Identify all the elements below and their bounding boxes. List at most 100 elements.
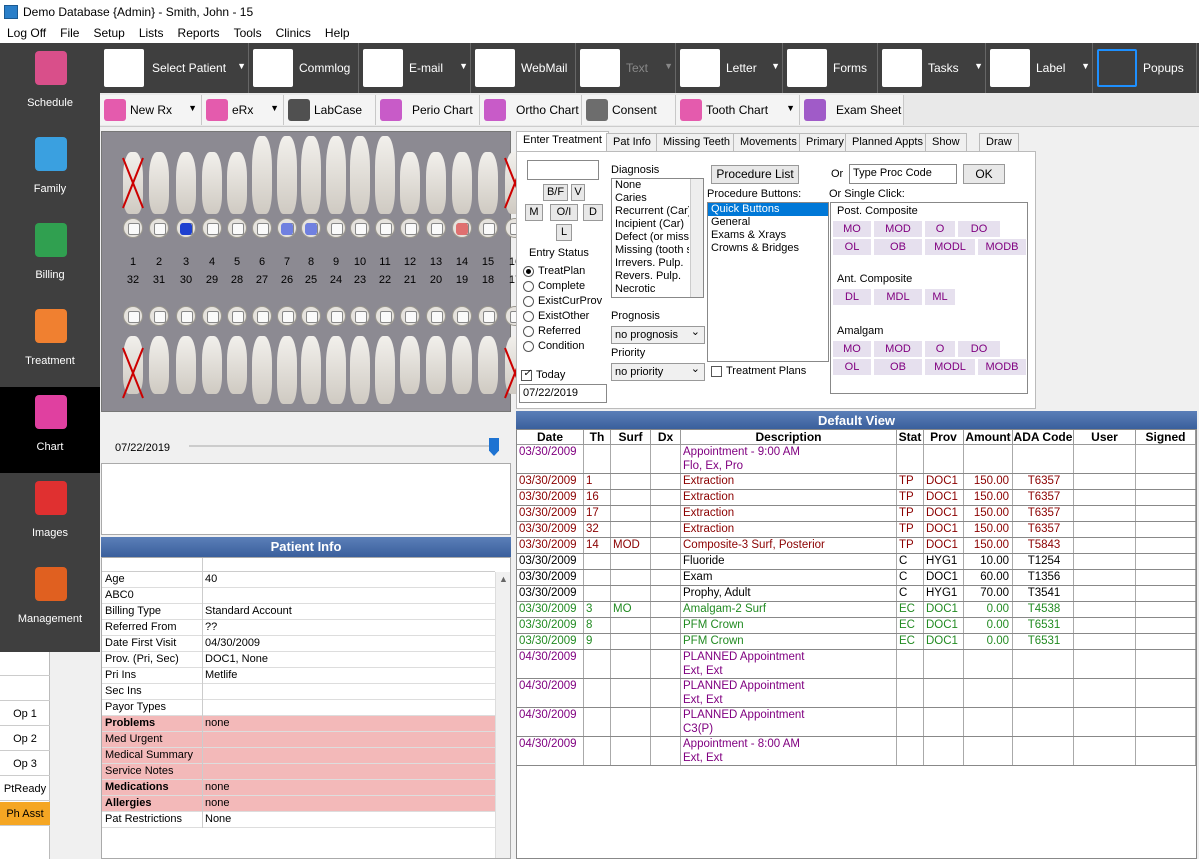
sidebar-item-management[interactable]: Management — [0, 559, 100, 645]
menu-setup[interactable]: Setup — [86, 26, 131, 40]
quick-button-ol[interactable]: OL — [833, 359, 871, 375]
lower-tooth[interactable] — [478, 336, 498, 394]
lower-tooth[interactable] — [149, 336, 169, 394]
occlusal-surface-upper[interactable] — [252, 218, 272, 238]
upper-tooth[interactable] — [227, 152, 247, 214]
grid-row[interactable]: 03/30/2009 32 Extraction TP DOC1 150.00 T6357 — [517, 522, 1196, 538]
grid-header-signed[interactable]: Signed — [1136, 430, 1196, 445]
radio-circle[interactable] — [523, 340, 534, 352]
patient-info-row[interactable]: Med Urgent — [102, 732, 495, 748]
sidebar-item-treatment[interactable]: Treatment — [0, 301, 100, 387]
tab-pat-info[interactable]: Pat Info — [606, 133, 658, 152]
occlusal-surface-lower[interactable] — [350, 306, 370, 326]
upper-tooth[interactable] — [252, 136, 272, 214]
quick-button-modl[interactable]: MODL — [925, 359, 975, 375]
toolbar-button-erx[interactable]: eRx ▼ — [202, 95, 284, 125]
treatment-plans-checkbox[interactable]: Treatment Plans — [711, 365, 806, 377]
quick-button-mo[interactable]: MO — [833, 341, 871, 357]
surface-button-d[interactable]: D — [583, 204, 603, 221]
radio-complete[interactable]: Complete — [523, 280, 585, 292]
toolbar-button-label[interactable]: Label ▼ — [986, 43, 1093, 93]
toolbar-button-labcase[interactable]: LabCase — [284, 95, 376, 125]
lower-tooth[interactable] — [400, 336, 420, 394]
upper-tooth[interactable] — [452, 152, 472, 214]
radio-circle[interactable] — [523, 280, 534, 292]
occlusal-surface-lower[interactable] — [375, 306, 395, 326]
menu-file[interactable]: File — [53, 26, 86, 40]
tooth-input[interactable] — [527, 160, 599, 180]
lower-tooth[interactable] — [252, 336, 272, 404]
procedure-grid[interactable]: Date Th Surf Dx Description Stat Prov Amount ADA… — [516, 429, 1197, 859]
chevron-down-icon[interactable]: ▼ — [664, 61, 673, 71]
quick-button-do[interactable]: DO — [958, 341, 1000, 357]
patient-info-row[interactable]: Problems none — [102, 716, 495, 732]
grid-row[interactable]: 03/30/2009 8 PFM Crown EC DOC1 0.00 T6531 — [517, 618, 1196, 634]
occlusal-surface-lower[interactable] — [326, 306, 346, 326]
procedure-category-item[interactable]: Quick Buttons — [708, 203, 828, 216]
tab-planned-appts[interactable]: Planned Appts — [845, 133, 930, 152]
scroll-up-icon[interactable]: ▲ — [499, 574, 508, 584]
occlusal-surface-upper[interactable] — [149, 218, 169, 238]
lower-tooth[interactable] — [277, 336, 297, 404]
operatory-item[interactable]: Ph Asst — [0, 802, 50, 826]
slider-track[interactable] — [189, 445, 499, 447]
quick-button-o[interactable]: O — [925, 221, 955, 237]
occlusal-surface-lower[interactable] — [149, 306, 169, 326]
grid-header-ada-code[interactable]: ADA Code — [1013, 430, 1074, 445]
radio-circle[interactable] — [523, 265, 534, 277]
lower-tooth[interactable] — [301, 336, 321, 404]
surface-button-v[interactable]: V — [571, 184, 585, 201]
diagnosis-item[interactable]: Revers. Pulp. — [612, 270, 689, 283]
quick-button-ol[interactable]: OL — [833, 239, 871, 255]
toolbar-button-perio-chart[interactable]: Perio Chart — [376, 95, 480, 125]
procedure-category-item[interactable]: General — [708, 216, 828, 229]
menu-log-off[interactable]: Log Off — [0, 26, 53, 40]
patient-info-row[interactable]: Allergies none — [102, 796, 495, 812]
quick-button-mdl[interactable]: MDL — [874, 289, 922, 305]
upper-tooth[interactable] — [301, 136, 321, 214]
operatory-item[interactable]: Op 3 — [0, 752, 50, 776]
surface-button-bf[interactable]: B/F — [543, 184, 568, 201]
quick-button-ml[interactable]: ML — [925, 289, 955, 305]
lower-tooth[interactable] — [375, 336, 395, 404]
operatory-item[interactable]: Op 2 — [0, 727, 50, 751]
toolbar-button-e-mail[interactable]: E-mail ▼ — [359, 43, 471, 93]
occlusal-surface-lower[interactable] — [252, 306, 272, 326]
toolbar-button-tasks[interactable]: Tasks ▼ — [878, 43, 986, 93]
diagnosis-scrollbar[interactable] — [690, 179, 703, 297]
diagnosis-item[interactable]: Irrevers. Pulp. — [612, 257, 689, 270]
grid-row[interactable]: 03/30/2009 14 MOD Composite-3 Surf, Posteri… — [517, 538, 1196, 554]
date-slider[interactable]: 07/22/2019 — [101, 432, 511, 462]
occlusal-surface-upper[interactable] — [375, 218, 395, 238]
patient-info-row[interactable]: Medical Summary — [102, 748, 495, 764]
sidebar-item-schedule[interactable]: Schedule — [0, 43, 100, 129]
ok-button[interactable]: OK — [963, 164, 1005, 184]
radio-circle[interactable] — [523, 295, 534, 307]
toolbar-button-letter[interactable]: Letter ▼ — [676, 43, 783, 93]
upper-tooth[interactable] — [202, 152, 222, 214]
operatory-item[interactable] — [0, 677, 50, 701]
diagnosis-item[interactable]: Incipient (Car) — [612, 218, 689, 231]
today-checkbox[interactable]: ✓ Today — [521, 368, 565, 381]
patient-info-scrollbar[interactable]: ▲ — [495, 572, 510, 858]
grid-row[interactable]: 03/30/2009 17 Extraction TP DOC1 150.00 T6357 — [517, 506, 1196, 522]
grid-row[interactable]: 03/30/2009 3 MO Amalgam-2 Surf EC DOC1 0.00 T45… — [517, 602, 1196, 618]
chevron-down-icon[interactable]: ▼ — [771, 61, 780, 71]
grid-row[interactable]: 03/30/2009 16 Extraction TP DOC1 150.00 T6357 — [517, 490, 1196, 506]
grid-row[interactable]: 04/30/2009 PLANNED Appointment C3(P) — [517, 708, 1196, 737]
quick-button-modl[interactable]: MODL — [925, 239, 975, 255]
patient-info-row[interactable]: Pat Restrictions None — [102, 812, 495, 828]
lower-tooth[interactable] — [176, 336, 196, 394]
menu-tools[interactable]: Tools — [227, 26, 269, 40]
radio-treatplan[interactable]: TreatPlan — [523, 265, 585, 277]
lower-tooth[interactable] — [326, 336, 346, 404]
upper-tooth[interactable] — [277, 136, 297, 214]
diagnosis-item[interactable]: Defect (or miss — [612, 231, 689, 244]
occlusal-surface-lower[interactable] — [176, 306, 196, 326]
occlusal-surface-lower[interactable] — [123, 306, 143, 326]
radio-existother[interactable]: ExistOther — [523, 310, 589, 322]
radio-circle[interactable] — [523, 325, 534, 337]
diagnosis-item[interactable]: Caries — [612, 192, 689, 205]
upper-tooth[interactable] — [400, 152, 420, 214]
menu-clinics[interactable]: Clinics — [269, 26, 318, 40]
